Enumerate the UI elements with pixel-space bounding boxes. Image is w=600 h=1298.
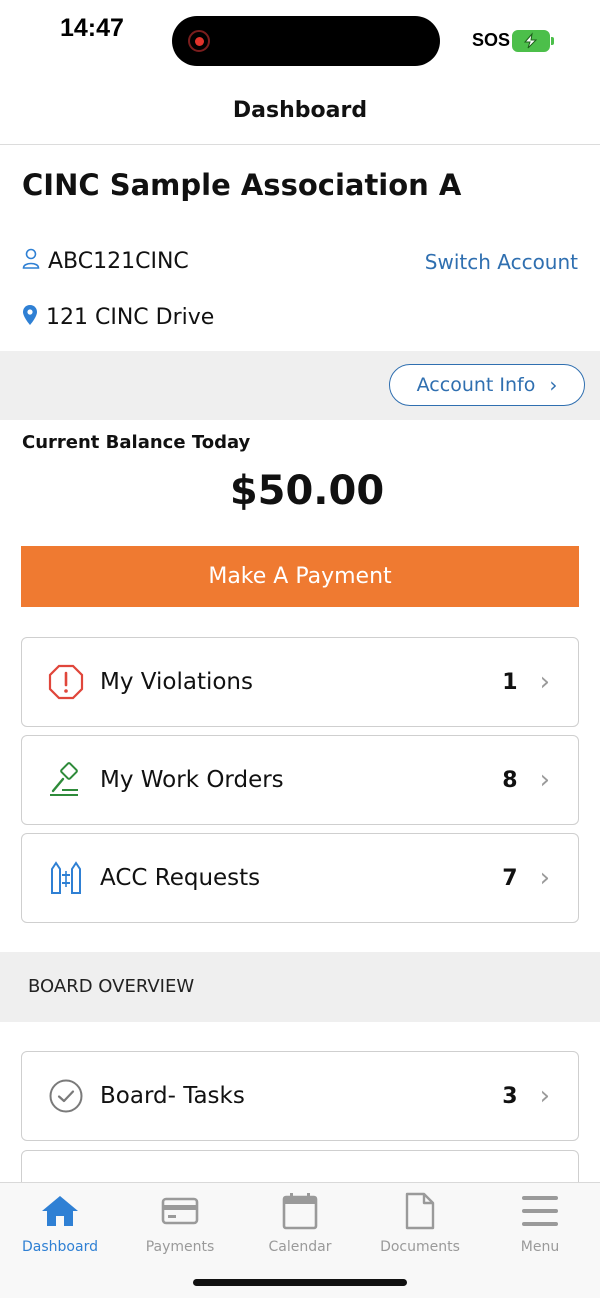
tab-payments[interactable]: Payments [120, 1189, 240, 1255]
tab-label: Dashboard [22, 1239, 98, 1255]
sos-indicator: SOS [472, 30, 511, 50]
menu-icon [518, 1189, 562, 1233]
acc-requests-item[interactable]: ACC Requests 7 › [21, 833, 579, 923]
account-info-label: Account Info [416, 374, 536, 396]
balance-label: Current Balance Today [22, 432, 251, 453]
chevron-right-icon: › [539, 765, 550, 795]
chevron-right-icon: › [539, 863, 550, 893]
tab-label: Payments [145, 1239, 215, 1255]
tab-calendar[interactable]: Calendar [240, 1189, 360, 1255]
account-row: ABC121CINC [22, 248, 189, 274]
credit-card-icon [158, 1189, 202, 1233]
chevron-right-icon: › [539, 667, 550, 697]
item-count: 8 [502, 767, 518, 793]
make-payment-button[interactable]: Make A Payment [21, 546, 579, 607]
user-icon [22, 248, 40, 274]
page-title: Dashboard [232, 98, 368, 123]
item-count: 7 [502, 865, 518, 891]
acc-icon [48, 860, 84, 896]
check-circle-icon [48, 1078, 84, 1114]
balance-amount: $50.00 [229, 468, 385, 514]
tab-label: Calendar [268, 1239, 332, 1255]
calendar-icon [278, 1189, 322, 1233]
tab-label: Documents [380, 1239, 460, 1255]
tab-dashboard[interactable]: Dashboard [0, 1189, 120, 1255]
location-pin-icon [22, 304, 38, 330]
hammer-icon [48, 762, 84, 798]
violations-item[interactable]: My Violations 1 › [21, 637, 579, 727]
item-label: ACC Requests [100, 865, 261, 891]
document-icon [398, 1189, 442, 1233]
association-name: CINC Sample Association A [22, 168, 462, 202]
chevron-right-icon: › [539, 1081, 550, 1111]
dynamic-island [172, 16, 440, 66]
battery-tip [551, 37, 554, 45]
item-label: My Violations [100, 669, 253, 695]
board-tasks-item[interactable]: Board- Tasks 3 › [21, 1051, 579, 1141]
warning-octagon-icon [48, 664, 84, 700]
item-label: Board- Tasks [100, 1083, 245, 1109]
header-divider [0, 144, 600, 145]
home-indicator[interactable] [193, 1279, 407, 1286]
tab-menu[interactable]: Menu [480, 1189, 600, 1255]
board-overview-title: BOARD OVERVIEW [28, 976, 195, 997]
item-label: My Work Orders [100, 767, 284, 793]
battery-icon [512, 30, 550, 52]
address-row: 121 CINC Drive [22, 304, 214, 330]
recording-icon [188, 30, 210, 52]
home-icon [38, 1189, 82, 1233]
chevron-right-icon: › [549, 373, 558, 397]
tab-documents[interactable]: Documents [360, 1189, 480, 1255]
status-bar: 14:47 SOS [0, 0, 600, 80]
work-orders-item[interactable]: My Work Orders 8 › [21, 735, 579, 825]
status-time: 14:47 [60, 14, 124, 42]
tab-label: Menu [520, 1239, 560, 1255]
account-id: ABC121CINC [48, 248, 189, 274]
item-count: 1 [502, 669, 518, 695]
account-info-button[interactable]: Account Info › [389, 364, 585, 406]
address: 121 CINC Drive [46, 304, 215, 330]
item-count: 3 [502, 1083, 518, 1109]
switch-account-link[interactable]: Switch Account [425, 250, 578, 274]
